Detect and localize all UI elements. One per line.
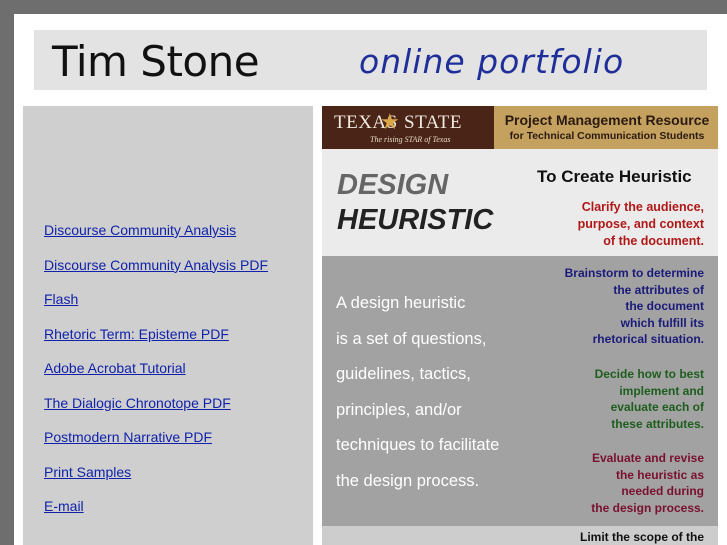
banner-subtitle: for Technical Communication Students [509, 130, 705, 142]
nav-link-print-samples[interactable]: Print Samples [44, 464, 131, 480]
heading-heuristic: HEURISTIC [337, 204, 494, 236]
banner-title: Project Management Resource [504, 112, 710, 128]
site-subtitle: online portfolio [359, 42, 625, 81]
step-decide: Decide how to best implement and evaluat… [594, 367, 704, 431]
nav-link-email[interactable]: E-mail [44, 498, 84, 514]
texas-state-logo: TEXAS ★ STATE The rising STAR of Texas [322, 106, 494, 149]
sidebar: Discourse Community Analysis Discourse C… [23, 106, 313, 545]
star-icon: ★ [380, 109, 400, 134]
logo-tagline: The rising STAR of Texas [370, 135, 451, 144]
to-create-heading: To Create Heuristic [537, 167, 692, 186]
nav-link-dialogic-chronotope-pdf[interactable]: The Dialogic Chronotope PDF [44, 395, 231, 411]
poster-heading-section: DESIGN HEURISTIC To Create Heuristic Cla… [322, 149, 718, 256]
site-header: Tim Stone online portfolio [34, 30, 707, 90]
nav-link-discourse-community-analysis-pdf[interactable]: Discourse Community Analysis PDF [44, 257, 268, 273]
nav-link-acrobat-tutorial[interactable]: Adobe Acrobat Tutorial [44, 360, 186, 376]
design-heuristic-poster: TEXAS ★ STATE The rising STAR of Texas P… [322, 106, 718, 545]
step-clarify: Clarify the audience, purpose, and conte… [577, 200, 704, 248]
nav-link-episteme-pdf[interactable]: Rhetoric Term: Episteme PDF [44, 326, 229, 342]
heading-design: DESIGN [337, 169, 449, 201]
step-brainstorm: Brainstorm to determine the attributes o… [564, 266, 704, 346]
nav-link-postmodern-narrative-pdf[interactable]: Postmodern Narrative PDF [44, 429, 212, 445]
poster-banner: TEXAS ★ STATE The rising STAR of Texas P… [322, 106, 718, 149]
step-limit: Limit the scope of the [579, 530, 704, 544]
logo-word-right: STATE [404, 112, 462, 133]
heuristic-definition: A design heuristic is a set of questions… [336, 294, 500, 490]
nav-link-discourse-community-analysis[interactable]: Discourse Community Analysis [44, 222, 236, 238]
site-title: Tim Stone [52, 37, 260, 86]
poster-bottom-section: Limit the scope of the [322, 526, 718, 545]
nav-link-flash[interactable]: Flash [44, 291, 78, 307]
step-evaluate: Evaluate and revise the heuristic as nee… [591, 451, 704, 515]
poster-body-section: A design heuristic is a set of questions… [322, 256, 718, 526]
